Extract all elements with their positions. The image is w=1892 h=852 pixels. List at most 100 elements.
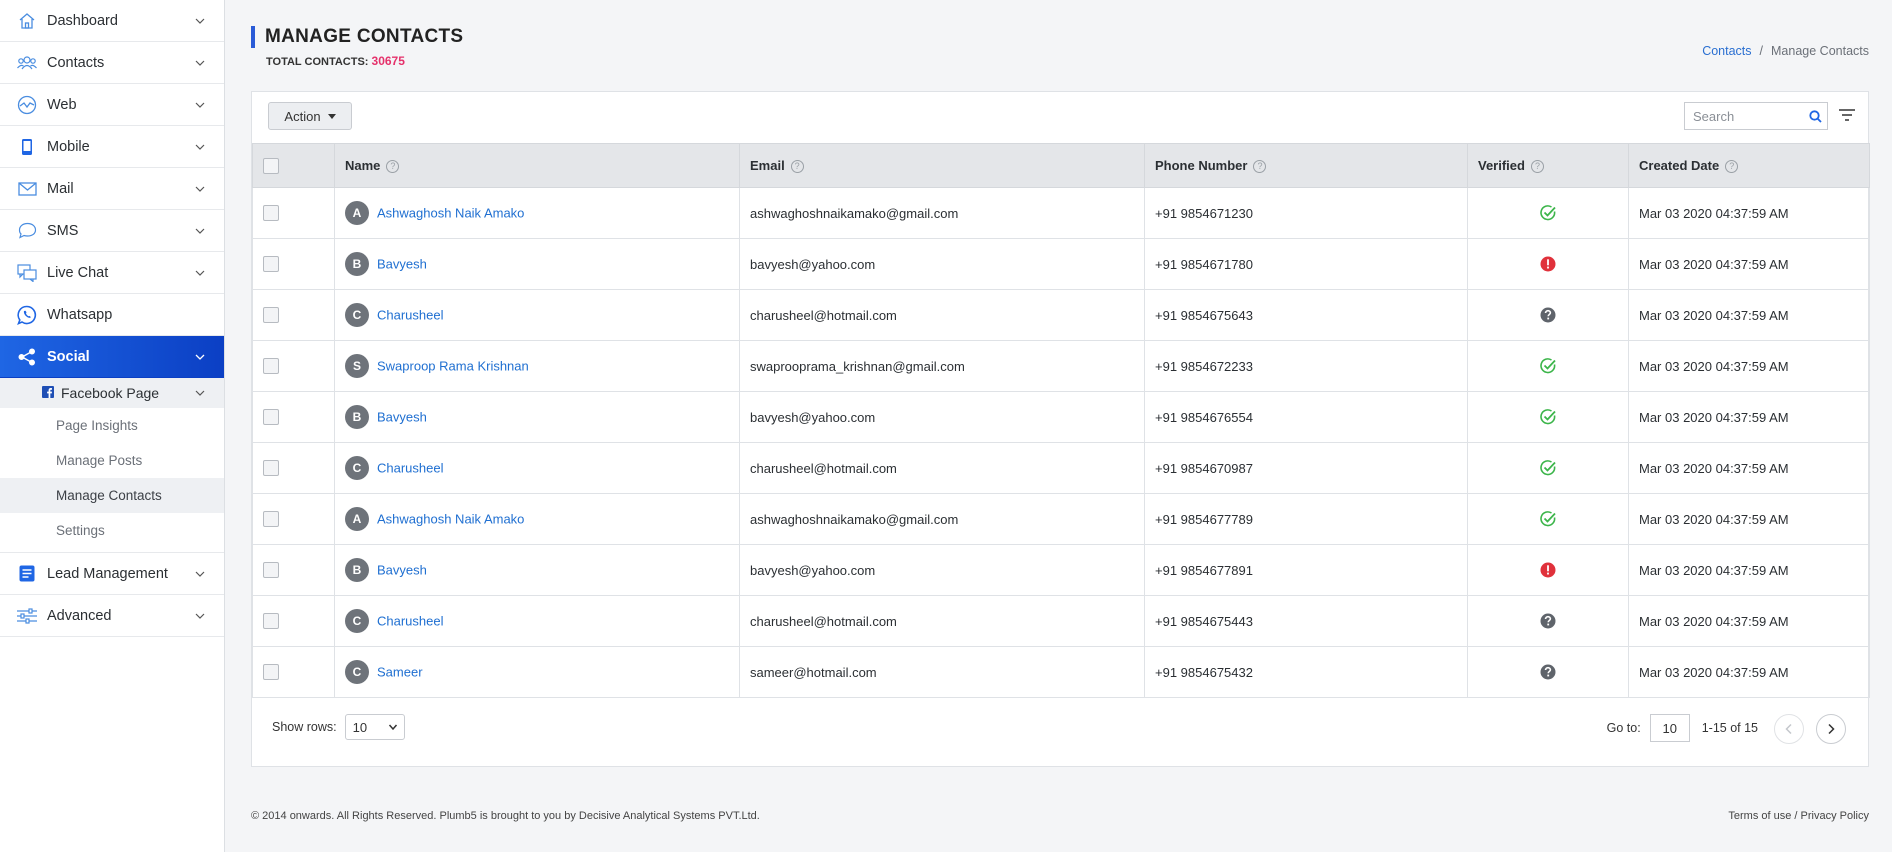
column-header-phone[interactable]: Phone Number?: [1144, 143, 1468, 188]
table-row[interactable]: B Bavyesh bavyesh@yahoo.com +91 9854671780 M…: [252, 238, 1870, 290]
sidebar-item-web[interactable]: Web: [0, 84, 224, 126]
sidebar-item-mobile[interactable]: Mobile: [0, 126, 224, 168]
goto-page-input[interactable]: [1649, 714, 1690, 742]
chevron-down-icon: [195, 186, 205, 192]
action-button-label: Action: [284, 108, 321, 124]
previous-page-button[interactable]: [1774, 714, 1804, 744]
sidebar-item-label: Live Chat: [47, 264, 109, 281]
total-contacts-label: TOTAL CONTACTS:: [266, 56, 369, 68]
help-icon[interactable]: ?: [386, 160, 400, 174]
sidebar-item-advanced[interactable]: Advanced: [0, 595, 224, 637]
sidebar-item-lead-management[interactable]: Lead Management: [0, 553, 224, 595]
breadcrumb-contacts-link[interactable]: Contacts: [1702, 44, 1751, 58]
verified-cell: [1467, 187, 1629, 239]
sidebar-leaf-manage-contacts[interactable]: Manage Contacts: [0, 478, 224, 513]
row-checkbox[interactable]: [263, 511, 279, 528]
sidebar-item-whatsapp[interactable]: Whatsapp: [0, 294, 224, 336]
sidebar-item-sms[interactable]: SMS: [0, 210, 224, 252]
contact-name-link[interactable]: Ashwaghosh Naik Amako: [377, 512, 524, 527]
facebook-icon: [42, 385, 54, 401]
phone-cell: +91 9854677789: [1144, 493, 1468, 545]
search-input[interactable]: [1685, 108, 1803, 124]
help-icon[interactable]: ?: [1725, 160, 1739, 174]
column-header-created-date[interactable]: Created Date?: [1628, 143, 1870, 188]
contact-name-link[interactable]: Charusheel: [377, 308, 444, 323]
sidebar-item-contacts[interactable]: Contacts: [0, 42, 224, 84]
table-row[interactable]: B Bavyesh bavyesh@yahoo.com +91 9854677891 M…: [252, 544, 1870, 596]
sidebar-leaf-settings[interactable]: Settings: [0, 513, 224, 548]
row-checkbox[interactable]: [263, 205, 279, 222]
error-alert-icon: [1539, 255, 1557, 273]
verified-cell: [1467, 595, 1629, 647]
column-header-email[interactable]: Email?: [739, 143, 1145, 188]
sidebar-item-social[interactable]: Social: [0, 336, 224, 378]
sidebar-leaf-manage-posts[interactable]: Manage Posts: [0, 443, 224, 478]
created-date-cell: Mar 03 2020 04:37:59 AM: [1628, 493, 1870, 545]
help-icon[interactable]: ?: [790, 160, 804, 174]
table-row[interactable]: A Ashwaghosh Naik Amako ashwaghoshnaikamak…: [252, 493, 1870, 545]
rows-per-page-select[interactable]: 10: [344, 714, 405, 740]
chevron-down-icon: [195, 571, 205, 577]
email-cell: bavyesh@yahoo.com: [739, 544, 1145, 596]
name-cell: B Bavyesh: [334, 238, 740, 290]
row-select-cell: [252, 544, 335, 596]
sidebar-item-label: Whatsapp: [47, 306, 113, 323]
verified-cell: [1467, 391, 1629, 443]
table-row[interactable]: C Charusheel charusheel@hotmail.com +91 985…: [252, 595, 1870, 647]
table-row[interactable]: C Charusheel charusheel@hotmail.com +91 985…: [252, 442, 1870, 494]
verified-cell: [1467, 238, 1629, 290]
table-row[interactable]: B Bavyesh bavyesh@yahoo.com +91 9854676554 M…: [252, 391, 1870, 443]
sms-icon: [16, 220, 38, 242]
breadcrumb-separator: /: [1759, 44, 1764, 58]
table-row[interactable]: A Ashwaghosh Naik Amako ashwaghoshnaikamak…: [252, 187, 1870, 239]
lead-icon: [16, 563, 38, 585]
sidebar-leaf-page-insights[interactable]: Page Insights: [0, 408, 224, 443]
error-alert-icon: [1539, 561, 1557, 579]
contact-name-link[interactable]: Swaproop Rama Krishnan: [377, 359, 529, 374]
column-header-name[interactable]: Name?: [334, 143, 740, 188]
total-contacts-count: 30675: [371, 54, 405, 68]
goto-label: Go to:: [1606, 721, 1641, 735]
created-date-cell: Mar 03 2020 04:37:59 AM: [1628, 289, 1870, 341]
sidebar-item-label: Lead Management: [47, 565, 168, 582]
row-checkbox[interactable]: [263, 613, 279, 630]
next-page-button[interactable]: [1816, 714, 1846, 744]
email-cell: ashwaghoshnaikamako@gmail.com: [739, 187, 1145, 239]
row-checkbox[interactable]: [263, 664, 279, 681]
phone-cell: +91 9854676554: [1144, 391, 1468, 443]
row-checkbox[interactable]: [263, 460, 279, 477]
row-checkbox[interactable]: [263, 256, 279, 273]
column-header-verified[interactable]: Verified?: [1467, 143, 1629, 188]
table-row[interactable]: C Charusheel charusheel@hotmail.com +91 985…: [252, 289, 1870, 341]
help-icon[interactable]: ?: [1253, 160, 1267, 174]
contact-name-link[interactable]: Charusheel: [377, 461, 444, 476]
footer-links[interactable]: Terms of use / Privacy Policy: [1728, 810, 1869, 822]
sidebar-item-label: Web: [47, 96, 77, 113]
row-checkbox[interactable]: [263, 358, 279, 375]
unknown-question-icon: [1539, 306, 1557, 324]
sidebar-subitem-facebook-page[interactable]: Facebook Page: [0, 378, 224, 408]
contacts-card: Action Name? Email? Phone Number? Verifi…: [251, 91, 1870, 767]
table-row[interactable]: C Sameer sameer@hotmail.com +91 9854675432 M…: [252, 646, 1870, 698]
contact-name-link[interactable]: Bavyesh: [377, 257, 427, 272]
contact-name-link[interactable]: Bavyesh: [377, 410, 427, 425]
row-checkbox[interactable]: [263, 307, 279, 324]
contact-name-link[interactable]: Ashwaghosh Naik Amako: [377, 206, 524, 221]
search-icon[interactable]: [1803, 109, 1827, 123]
action-dropdown-button[interactable]: Action: [268, 102, 352, 130]
contact-name-link[interactable]: Sameer: [377, 665, 423, 680]
table-row[interactable]: S Swaproop Rama Krishnan swaprooprama_kris…: [252, 340, 1870, 392]
filter-icon[interactable]: [1838, 107, 1856, 123]
sidebar-item-live-chat[interactable]: Live Chat: [0, 252, 224, 294]
select-all-checkbox[interactable]: [263, 157, 279, 174]
sidebar-item-dashboard[interactable]: Dashboard: [0, 0, 224, 42]
sidebar-item-mail[interactable]: Mail: [0, 168, 224, 210]
contact-name-link[interactable]: Charusheel: [377, 614, 444, 629]
contact-name-link[interactable]: Bavyesh: [377, 563, 427, 578]
avatar: B: [345, 558, 369, 582]
row-checkbox[interactable]: [263, 409, 279, 426]
help-icon[interactable]: ?: [1530, 160, 1544, 174]
row-checkbox[interactable]: [263, 562, 279, 579]
verified-cell: [1467, 646, 1629, 698]
sidebar-item-label: Social: [47, 348, 90, 365]
